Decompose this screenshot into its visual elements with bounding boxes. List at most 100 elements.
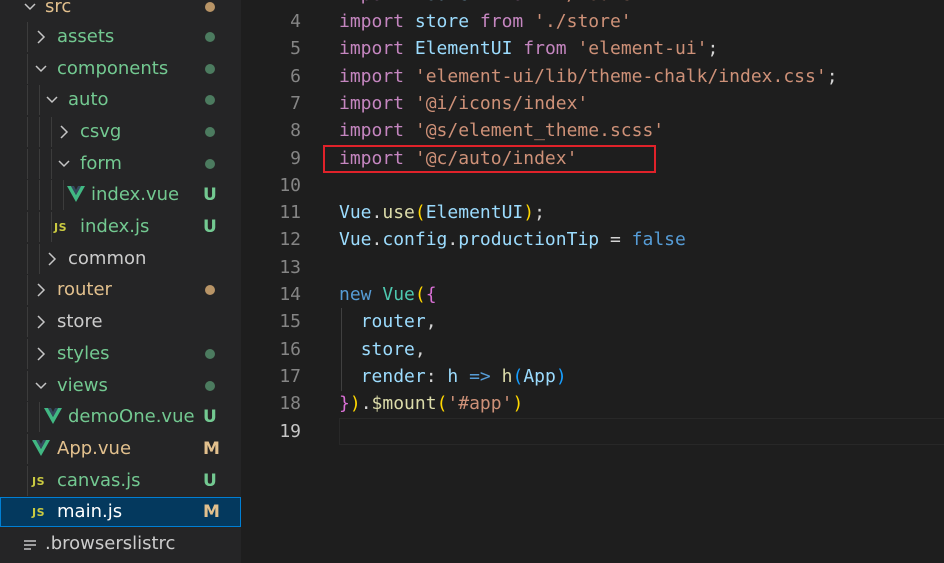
code-line: router, [360,311,437,333]
tree-label: index.js [80,216,150,237]
tree-label: common [68,248,147,269]
line-number: 18 [279,393,301,415]
chevron-down-icon [46,92,58,108]
indent-guide [27,434,28,464]
folder-router[interactable]: router [0,275,241,305]
code-line: store, [360,338,426,360]
line-number: 6 [290,65,301,87]
untracked-dot [205,349,215,359]
line-number: 12 [279,229,301,251]
indent-guide [51,149,52,179]
line-number: 17 [279,365,301,387]
untracked-dot [205,381,215,391]
line-number: 16 [279,338,301,360]
line-number: 4 [290,11,301,32]
folder-csvg[interactable]: csvg [0,117,241,147]
indent-guide [39,149,40,179]
indent-guide [27,85,28,115]
tree-label: index.vue [91,184,180,205]
file-canvas-js[interactable]: JS canvas.js U [0,466,241,496]
line-number: 9 [290,147,301,169]
indent-guide [39,244,40,274]
chevron-down-icon [24,0,36,15]
indent-guide [27,244,28,274]
js-file-icon: JS [32,475,46,488]
untracked-dot [205,64,215,74]
file-browserslistrc[interactable]: .browserslistrc [0,529,241,559]
chevron-right-icon [35,29,47,45]
indent-guide [39,212,40,242]
tree-label: src [45,0,72,17]
chevron-down-icon [35,378,47,394]
tree-label: auto [68,89,109,110]
folder-auto[interactable]: auto [0,85,241,115]
indent-guide [27,22,28,52]
tree-label: store [57,311,103,332]
folder-store[interactable]: store [0,307,241,337]
current-line-highlight [339,418,944,445]
chevron-down-icon [35,61,47,77]
code-line: import '@i/icons/index' [339,92,589,114]
indent-guide [39,85,40,115]
code-line: Vue.use(ElementUI); [339,202,545,224]
indent-guide [51,117,52,147]
tree-label: form [80,153,122,174]
git-status-badge: M [203,502,220,522]
line-number: 13 [279,256,301,278]
tree-label: csvg [80,121,122,142]
indent-guide [27,371,28,401]
config-file-icon [23,537,41,557]
untracked-dot [205,95,215,105]
js-file-icon: JS [32,506,46,519]
line-number: 10 [279,174,301,196]
code-line: import 'element-ui/lib/theme-chalk/index… [339,65,838,87]
vue-file-icon [32,439,50,459]
line-number: 11 [279,202,301,224]
indent-guide [27,402,28,432]
indent-guide [27,180,28,210]
modified-dot [205,285,215,295]
chevron-right-icon [35,314,47,330]
tree-label: views [57,375,108,396]
indent-guide [27,466,28,496]
folder-views[interactable]: views [0,371,241,401]
indent-guide [27,275,28,305]
code-line: render: h => h(App) [360,365,567,387]
chevron-right-icon [35,282,47,298]
untracked-dot [205,159,215,169]
file-index-js[interactable]: JS index.js U [0,212,241,242]
folder-src[interactable]: src [0,0,241,22]
code-line-partial: import router from './router' [339,0,653,6]
tree-label: styles [57,343,110,364]
line-number: 8 [290,120,301,142]
folder-styles[interactable]: styles [0,339,241,369]
git-status-badge: U [203,185,217,205]
file-main-js[interactable]: JS main.js M [0,497,241,527]
code-line: import '@s/element_theme.scss' [339,120,665,142]
indent-guide [51,212,52,242]
tree-label: components [57,58,169,79]
git-status-badge: U [203,217,217,237]
indent-guide [39,180,40,210]
indent-guide [39,117,40,147]
js-file-icon: JS [54,221,68,234]
chevron-right-icon [46,251,58,267]
git-status-badge: U [203,471,217,491]
folder-form[interactable]: form [0,149,241,179]
indent-guide [27,339,28,369]
code-line: new Vue({ [339,284,437,305]
modified-dot [205,2,215,12]
indent-guide [27,212,28,242]
indent-guide [27,54,28,84]
file-index-vue[interactable]: index.vue U [0,180,241,210]
folder-components[interactable]: components [0,54,241,84]
tree-label: .browserslistrc [45,533,176,554]
file-demoone-vue[interactable]: demoOne.vue U [0,402,241,432]
tree-label: App.vue [57,438,132,459]
code-editor[interactable]: 4 5 6 7 8 9 10 11 12 13 14 15 16 17 18 19 import router… [241,0,944,563]
line-number: 19 [279,420,301,442]
file-app-vue[interactable]: App.vue M [0,434,241,464]
folder-assets[interactable]: assets [0,22,241,52]
indent-guide [63,180,64,210]
folder-common[interactable]: common [0,244,241,274]
